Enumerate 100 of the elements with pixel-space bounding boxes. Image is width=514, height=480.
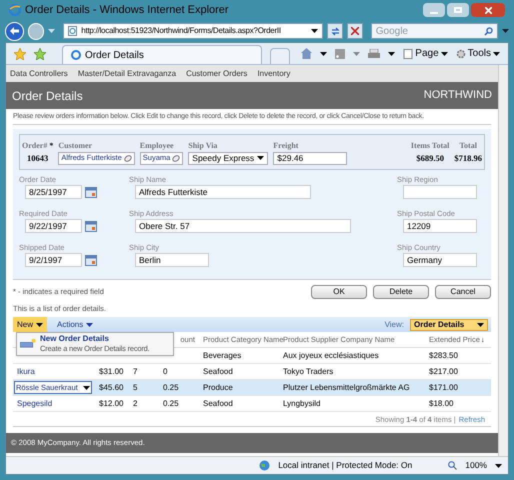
back-arrow-icon: [10, 27, 19, 35]
table-cell: $217.00: [429, 366, 458, 376]
new-tab-button[interactable]: [270, 48, 290, 64]
product-link[interactable]: Ikura: [17, 366, 35, 376]
globe-icon: [259, 460, 270, 471]
table-cell: Lyngbysild: [283, 398, 321, 408]
field-value: $718.96: [454, 152, 482, 164]
calendar-icon[interactable]: [85, 186, 97, 198]
feed-icon[interactable]: [335, 48, 346, 58]
add-favorite-icon[interactable]: [34, 48, 46, 60]
caret-icon: [477, 322, 484, 327]
menu-item-title: New Order Details: [40, 334, 109, 344]
field-value: $689.50: [416, 152, 444, 164]
calendar-icon[interactable]: [85, 254, 97, 266]
printer-icon[interactable]: [368, 48, 380, 58]
scrollbar[interactable]: [498, 65, 508, 456]
page-icon: [71, 50, 81, 60]
table-cell: 0.25: [163, 382, 179, 392]
text-field[interactable]: Germany: [403, 253, 477, 268]
table-cell: 7: [133, 366, 138, 376]
caret-icon: [36, 322, 44, 327]
freight-field[interactable]: $29.46: [273, 152, 348, 164]
calendar-icon[interactable]: [85, 220, 97, 232]
new-button[interactable]: New: [13, 317, 48, 332]
address-field[interactable]: http://localhost:51923/Northwind/Forms/Details.aspx?OrderII: [63, 23, 324, 39]
table-cell: Produce: [203, 382, 233, 392]
table-cell: Plutzer Lebensmittelgroßmärkte AG: [283, 382, 410, 392]
form-button[interactable]: OK: [311, 285, 367, 299]
table-cell: $18.00: [429, 398, 454, 408]
table-cell: Seafood: [203, 398, 233, 408]
print-caret-icon: [388, 52, 396, 56]
menu-item[interactable]: Master/Detail Extravaganza: [78, 68, 176, 80]
ship-via-select[interactable]: Speedy Express: [188, 152, 268, 164]
home-icon[interactable]: [301, 48, 312, 59]
maximize-button[interactable]: [447, 3, 469, 17]
text-field[interactable]: Alfreds Futterkiste: [135, 185, 311, 200]
table-cell: 5: [133, 382, 138, 392]
caret-icon: [493, 52, 500, 56]
refresh-icon: [330, 26, 340, 36]
field-label: Customer: [58, 140, 92, 152]
back-button[interactable]: [5, 22, 24, 40]
eraser-icon[interactable]: [124, 154, 132, 162]
actions-button[interactable]: Actions: [53, 318, 98, 331]
caret-icon: [311, 29, 318, 33]
product-link[interactable]: Spegesild: [17, 398, 52, 408]
zoom-caret-icon: [495, 464, 502, 468]
text-field[interactable]: 9/2/1997: [25, 253, 82, 268]
page-icon: [68, 26, 78, 36]
field-label: Order#: [22, 140, 48, 152]
field-label: Items Total: [410, 140, 450, 152]
command-button[interactable]: Page: [403, 46, 448, 61]
search-caret-icon: [502, 29, 509, 33]
close-button[interactable]: [471, 3, 505, 17]
eraser-icon[interactable]: [172, 154, 180, 162]
text-field[interactable]: Obere Str. 57: [135, 219, 351, 234]
field-label: Ship Via: [188, 140, 218, 152]
command-button[interactable]: Tools: [456, 46, 500, 61]
field-label: Total: [459, 140, 477, 152]
menu-item[interactable]: Customer Orders: [186, 68, 248, 80]
text-field[interactable]: 8/25/1997: [25, 185, 82, 200]
page-title: Order Details: [12, 88, 83, 104]
field-label: Employee: [140, 140, 174, 152]
caret-icon: [440, 52, 448, 56]
close-icon: [484, 6, 492, 14]
refresh-button[interactable]: [327, 23, 344, 39]
table-cell: Aux joyeux ecclésiastiques: [283, 350, 379, 360]
text-field[interactable]: 9/22/1997: [25, 219, 82, 234]
minimize-button[interactable]: [423, 3, 445, 17]
search-icon: [484, 26, 493, 36]
table-cell: 0.25: [163, 398, 179, 408]
view-label: View:: [384, 318, 404, 331]
text-field[interactable]: 12209: [403, 219, 477, 234]
stop-button[interactable]: [347, 23, 363, 39]
form-button[interactable]: Cancel: [435, 285, 491, 299]
form-button[interactable]: Delete: [373, 285, 429, 299]
history-caret-icon: [48, 29, 56, 33]
caret-icon: [257, 156, 264, 160]
brand-name: NORTHWIND: [424, 88, 492, 104]
table-cell: Tokyo Traders: [283, 366, 334, 376]
table-cell: Beverages: [203, 350, 242, 360]
forward-button[interactable]: [28, 22, 44, 40]
table-cell: $31.00: [99, 366, 124, 376]
table-cell: 2: [133, 398, 138, 408]
browser-logo-icon: [9, 4, 21, 16]
zoom-level[interactable]: 100%: [465, 459, 487, 472]
favorites-star-icon[interactable]: [14, 48, 26, 60]
required-mark: *: [49, 140, 54, 152]
home-caret-icon: [320, 52, 328, 56]
text-field[interactable]: Berlin: [135, 253, 209, 268]
table-cell: 0: [163, 366, 168, 376]
field-label: Freight: [273, 140, 298, 152]
menu-item[interactable]: Data Controllers: [10, 68, 68, 80]
stop-icon: [350, 27, 359, 35]
caret-icon: [86, 322, 94, 327]
view-select[interactable]: Order Details: [410, 318, 488, 331]
menu-item[interactable]: Inventory: [257, 68, 290, 80]
text-field[interactable]: [403, 185, 477, 200]
new-record-icon: [20, 338, 36, 350]
browser-tab[interactable]: Order Details: [62, 45, 262, 64]
caret-icon: [83, 386, 90, 390]
